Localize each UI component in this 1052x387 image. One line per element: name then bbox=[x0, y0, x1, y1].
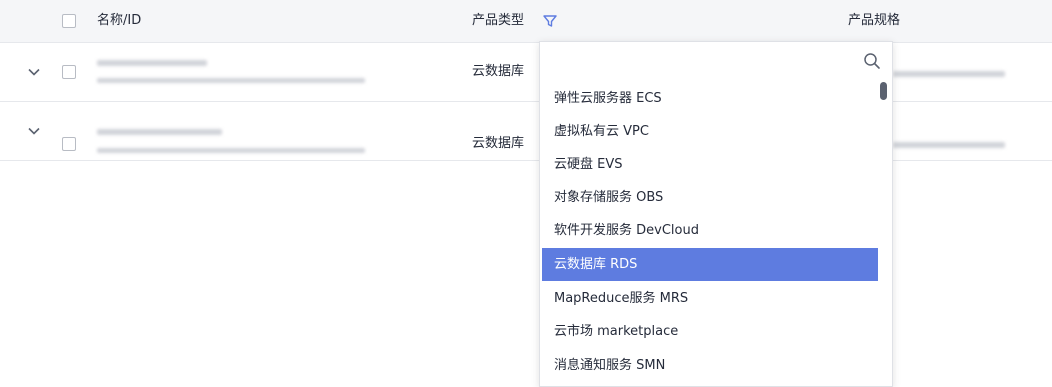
product-type-cell: 云数据库 bbox=[472, 64, 525, 79]
filter-search-box[interactable] bbox=[540, 42, 892, 78]
filter-option-mrs[interactable]: MapReduce服务 MRS bbox=[542, 282, 878, 315]
resource-name-redacted[interactable] bbox=[97, 129, 222, 135]
table-row[interactable]: 云数据库 bbox=[0, 43, 1052, 102]
column-header-product-spec[interactable]: 产品规格 bbox=[848, 12, 900, 30]
column-header-product-type[interactable]: 产品类型 bbox=[472, 12, 524, 30]
dropdown-scrollbar[interactable] bbox=[880, 82, 887, 100]
select-all-checkbox[interactable] bbox=[62, 14, 76, 28]
row-checkbox[interactable] bbox=[62, 137, 76, 151]
filter-option-marketplace[interactable]: 云市场 marketplace bbox=[542, 315, 878, 348]
filter-option-smn[interactable]: 消息通知服务 SMN bbox=[542, 349, 878, 382]
column-header-name[interactable]: 名称/ID bbox=[97, 12, 141, 30]
filter-option-obs[interactable]: 对象存储服务 OBS bbox=[542, 181, 878, 214]
product-type-filter-dropdown[interactable]: 弹性云服务器 ECS 虚拟私有云 VPC 云硬盘 EVS 对象存储服务 OBS … bbox=[539, 41, 893, 387]
filter-icon[interactable] bbox=[542, 13, 558, 29]
row-checkbox[interactable] bbox=[62, 65, 76, 79]
filter-option-evs[interactable]: 云硬盘 EVS bbox=[542, 148, 878, 181]
search-icon[interactable] bbox=[863, 52, 881, 70]
resource-id-redacted bbox=[97, 78, 365, 83]
product-type-cell: 云数据库 bbox=[472, 136, 525, 151]
filter-option-vpc[interactable]: 虚拟私有云 VPC bbox=[542, 115, 878, 148]
table-header: 名称/ID 产品类型 产品规格 bbox=[0, 0, 1052, 43]
filter-option-ecs[interactable]: 弹性云服务器 ECS bbox=[542, 82, 878, 115]
resource-name-redacted[interactable] bbox=[97, 60, 207, 66]
table-row[interactable]: 云数据库 bbox=[0, 102, 1052, 161]
chevron-down-icon[interactable] bbox=[26, 64, 42, 80]
chevron-down-icon[interactable] bbox=[26, 123, 42, 139]
product-spec-redacted bbox=[893, 71, 1005, 77]
filter-search-input[interactable] bbox=[548, 46, 852, 76]
product-spec-redacted bbox=[893, 142, 1005, 148]
filter-option-rds[interactable]: 云数据库 RDS bbox=[542, 248, 878, 281]
resource-id-redacted bbox=[97, 148, 365, 153]
filter-option-devcloud[interactable]: 软件开发服务 DevCloud bbox=[542, 214, 878, 247]
